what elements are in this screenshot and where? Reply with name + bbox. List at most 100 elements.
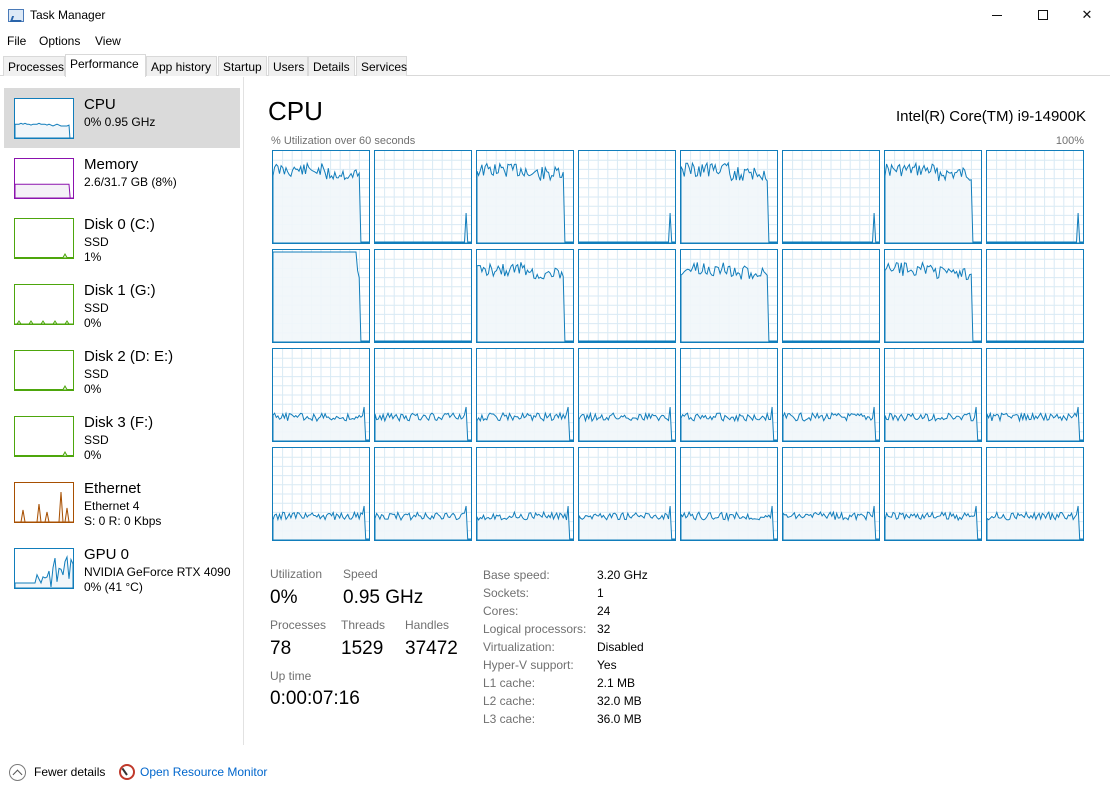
logical-processor-graph: [782, 150, 880, 244]
uptime-value: 0:00:07:16: [270, 688, 360, 709]
tab-performance[interactable]: Performance: [65, 54, 146, 77]
threads-label: Threads: [341, 618, 386, 632]
tab-details[interactable]: Details: [308, 56, 355, 76]
sidebar-item-label: Memory: [84, 156, 139, 173]
handles-value: 37472: [405, 638, 458, 659]
gpu-0-thumbnail: [14, 548, 74, 589]
sidebar-item-cpu[interactable]: CPU 0% 0.95 GHz: [4, 88, 240, 148]
logical-processor-graph: [986, 348, 1084, 442]
sidebar-item-label: Disk 2 (D: E:): [84, 348, 174, 365]
info-label: Base speed:: [483, 568, 550, 582]
menu-options[interactable]: Options: [39, 34, 80, 48]
sidebar-item-type: SSD: [84, 301, 109, 315]
sidebar-item-model: NVIDIA GeForce RTX 4090: [84, 565, 231, 579]
utilization-graph-max: 100%: [1055, 135, 1084, 147]
info-label: Hyper-V support:: [483, 658, 574, 672]
uptime-label: Up time: [270, 669, 312, 683]
sidebar-item-detail: 0% 0.95 GHz: [84, 115, 156, 129]
logical-processor-graph: [578, 150, 676, 244]
disk-3-thumbnail: [14, 416, 74, 457]
sidebar-item-detail: 0%: [84, 316, 102, 330]
sidebar-item-detail: 0%: [84, 448, 102, 462]
logical-processor-graph: [680, 447, 778, 541]
sidebar-item-adapter: Ethernet 4: [84, 499, 140, 513]
logical-processor-graph: [272, 447, 370, 541]
logical-processor-graph: [374, 447, 472, 541]
sidebar-item-detail: 2.6/31.7 GB (8%): [84, 175, 177, 189]
tab-processes[interactable]: Processes: [3, 56, 65, 76]
info-label: L3 cache:: [483, 712, 536, 726]
disk-0-thumbnail: [14, 218, 74, 259]
info-value: 1: [597, 586, 604, 600]
sidebar-item-type: SSD: [84, 433, 109, 447]
speed-label: Speed: [343, 567, 378, 581]
resource-monitor-icon[interactable]: [119, 764, 135, 780]
logical-processor-graph: [986, 150, 1084, 244]
cpu-thumbnail: [14, 98, 74, 139]
cpu-model-name: Intel(R) Core(TM) i9-14900K: [895, 108, 1086, 125]
logical-processor-graph: [884, 150, 982, 244]
logical-processor-graphs: [272, 150, 1084, 541]
menu-view[interactable]: View: [95, 34, 121, 48]
sidebar-item-ethernet[interactable]: Ethernet Ethernet 4 S: 0 R: 0 Kbps: [4, 472, 240, 532]
minimize-button[interactable]: [974, 0, 1020, 30]
sidebar-item-disk-3[interactable]: Disk 3 (F:) SSD 0%: [4, 406, 240, 466]
open-resource-monitor-link[interactable]: Open Resource Monitor: [140, 765, 267, 779]
disk-2-thumbnail: [14, 350, 74, 391]
tab-users[interactable]: Users: [268, 56, 308, 76]
chevron-up-circle-icon[interactable]: [9, 764, 26, 781]
sidebar-item-type: SSD: [84, 367, 109, 381]
tab-startup[interactable]: Startup: [218, 56, 267, 76]
handles-label: Handles: [405, 618, 450, 632]
sidebar-item-label: Disk 1 (G:): [84, 282, 156, 299]
info-value: 2.1 MB: [597, 676, 636, 690]
memory-thumbnail: [14, 158, 74, 199]
info-label: L1 cache:: [483, 676, 536, 690]
window-title: Task Manager: [30, 8, 106, 22]
info-label: Logical processors:: [483, 622, 587, 636]
maximize-icon: [1038, 10, 1048, 20]
utilization-label: Utilization: [270, 567, 323, 581]
logical-processor-graph: [884, 249, 982, 343]
info-label: Sockets:: [483, 586, 530, 600]
utilization-value: 0%: [270, 587, 298, 608]
sidebar-item-detail: 1%: [84, 250, 102, 264]
sidebar-item-label: Disk 0 (C:): [84, 216, 155, 233]
logical-processor-graph: [272, 150, 370, 244]
menu-file[interactable]: File: [7, 34, 26, 48]
processes-value: 78: [270, 638, 292, 659]
logical-processor-graph: [272, 348, 370, 442]
threads-value: 1529: [341, 638, 384, 659]
sidebar-item-label: Ethernet: [84, 480, 141, 497]
menu-bar: File Options View: [0, 31, 1110, 51]
close-icon: ✕: [1081, 7, 1093, 22]
logical-processor-graph: [986, 249, 1084, 343]
logical-processor-graph: [476, 348, 574, 442]
info-value: 3.20 GHz: [597, 568, 648, 582]
logical-processor-graph: [782, 447, 880, 541]
sidebar-item-disk-0[interactable]: Disk 0 (C:) SSD 1%: [4, 208, 240, 268]
logical-processor-graph: [884, 348, 982, 442]
logical-processor-graph: [782, 249, 880, 343]
logical-processor-graph: [374, 150, 472, 244]
processes-label: Processes: [270, 618, 327, 632]
maximize-button[interactable]: [1020, 0, 1066, 30]
sidebar-item-gpu-0[interactable]: GPU 0 NVIDIA GeForce RTX 4090 0% (41 °C): [4, 538, 240, 598]
close-button[interactable]: ✕: [1064, 0, 1110, 30]
sidebar-item-label: Disk 3 (F:): [84, 414, 154, 431]
logical-processor-graph: [476, 249, 574, 343]
info-value: 36.0 MB: [597, 712, 642, 726]
sidebar-item-disk-1[interactable]: Disk 1 (G:) SSD 0%: [4, 274, 240, 334]
tab-app-history[interactable]: App history: [146, 56, 217, 76]
footer: Fewer details Open Resource Monitor: [0, 756, 1110, 788]
fewer-details-button[interactable]: Fewer details: [34, 765, 105, 779]
disk-1-thumbnail: [14, 284, 74, 325]
logical-processor-graph: [374, 249, 472, 343]
logical-processor-graph: [680, 348, 778, 442]
logical-processor-graph: [272, 249, 370, 343]
sidebar-item-memory[interactable]: Memory 2.6/31.7 GB (8%): [4, 148, 240, 208]
info-value: 32: [597, 622, 611, 636]
tab-services[interactable]: Services: [356, 56, 407, 76]
sidebar-item-disk-2[interactable]: Disk 2 (D: E:) SSD 0%: [4, 340, 240, 400]
task-manager-icon: [8, 9, 24, 22]
